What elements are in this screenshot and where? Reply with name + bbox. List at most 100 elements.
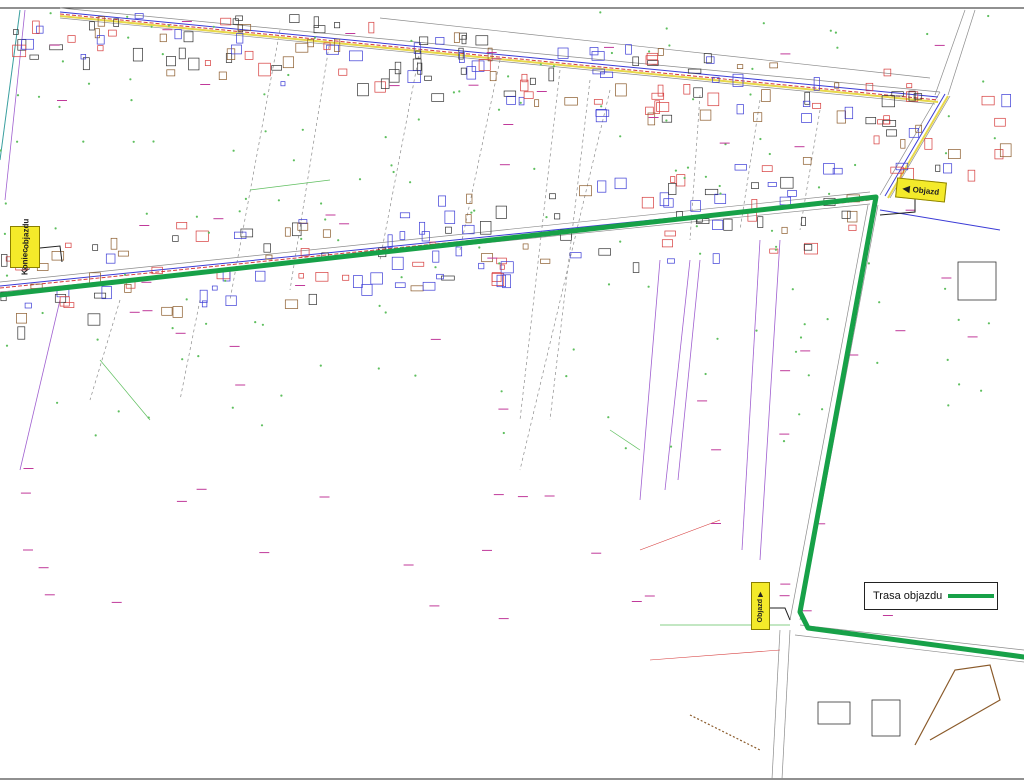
building-outline <box>204 60 211 66</box>
detour-south-sign-label: Objazd <box>757 598 764 623</box>
tree-marker <box>16 94 20 97</box>
tree-marker <box>150 25 153 28</box>
tree-marker <box>828 192 831 195</box>
tree-marker <box>152 140 155 143</box>
tree-marker <box>167 24 170 27</box>
tree-marker <box>473 209 476 212</box>
building-outline <box>1001 94 1011 108</box>
building-outline <box>625 44 632 55</box>
parcel-boundaries <box>4 9 781 561</box>
building-outline <box>105 253 116 264</box>
building-outline <box>557 47 569 59</box>
building-outline <box>948 149 961 159</box>
tree-marker <box>607 416 610 419</box>
tree-marker <box>565 375 568 378</box>
tree-marker <box>782 440 786 443</box>
building-outline <box>361 284 373 296</box>
tree-marker <box>944 152 948 155</box>
building-outline <box>96 35 105 45</box>
tree-marker <box>572 348 575 351</box>
sign-leaders <box>39 196 916 621</box>
building-outline <box>94 292 107 299</box>
building-outline <box>529 77 536 85</box>
tree-marker <box>61 60 64 63</box>
tree-marker <box>400 276 403 279</box>
tree-marker <box>126 15 129 18</box>
building-outline <box>258 62 271 77</box>
tree-marker <box>829 29 832 32</box>
building-outline <box>481 253 493 263</box>
building-outline <box>36 25 44 34</box>
building-outline <box>823 163 835 175</box>
building-outline <box>615 83 627 97</box>
left-arrow-icon: ◀ <box>902 182 911 194</box>
building-outline <box>255 270 266 282</box>
building-outline <box>16 313 27 324</box>
building-outline <box>804 91 810 105</box>
tree-marker <box>260 424 264 427</box>
building-outline <box>478 262 485 270</box>
tree-marker <box>287 73 290 77</box>
tree-marker <box>755 329 758 332</box>
building-outline <box>388 69 400 83</box>
building-outline <box>313 25 326 34</box>
building-outline <box>410 285 424 292</box>
building-outline <box>431 93 445 102</box>
tree-marker <box>854 163 857 167</box>
building-outline <box>82 57 90 71</box>
tree-marker <box>987 322 991 325</box>
tree-marker <box>378 304 381 307</box>
building-outline <box>159 33 167 43</box>
tree-marker <box>775 245 778 248</box>
up-arrow-icon: ▲ <box>756 588 765 599</box>
tree-marker <box>337 239 340 242</box>
building-outline <box>461 35 467 45</box>
tree-marker <box>129 78 132 81</box>
building-outline <box>632 262 640 273</box>
building-outline <box>865 117 877 125</box>
building-outline <box>707 92 720 107</box>
tree-marker <box>607 283 611 286</box>
detour-end-sign: Koniec objazdu <box>10 219 40 275</box>
detour-end-sign-line1: Koniec <box>20 248 30 276</box>
building-outline <box>967 169 976 182</box>
building-outline <box>656 102 670 112</box>
map-canvas[interactable] <box>0 0 1024 781</box>
tree-marker <box>507 75 510 78</box>
tree-marker <box>826 318 829 321</box>
map-legend: Trasa objazdu <box>864 582 998 610</box>
building-outline <box>769 62 778 69</box>
building-outline <box>693 87 703 98</box>
building-outline <box>236 33 244 44</box>
building-outline <box>518 96 525 106</box>
tree-marker <box>470 211 473 214</box>
tree-marker <box>686 166 690 169</box>
building-outline <box>244 50 254 60</box>
building-outline <box>661 239 673 248</box>
tree-marker <box>552 65 556 68</box>
tree-marker <box>807 374 810 377</box>
building-outline <box>714 193 727 204</box>
tree-marker <box>751 67 754 70</box>
building-outline <box>59 296 70 307</box>
tree-marker <box>759 137 762 141</box>
tree-marker <box>392 170 395 174</box>
building-outline <box>444 210 456 224</box>
building-outline <box>172 235 179 242</box>
detour-end-sign-line2: objazdu <box>21 218 31 249</box>
building-outline <box>736 64 744 69</box>
building-outline <box>981 95 995 106</box>
building-outline <box>117 250 129 257</box>
building-outline <box>455 246 463 257</box>
building-outline <box>924 138 933 150</box>
tree-marker <box>980 389 983 392</box>
building-outline <box>503 90 517 97</box>
tree-marker <box>238 210 241 213</box>
tree-marker <box>147 416 150 419</box>
building-outline <box>97 45 104 52</box>
tree-marker <box>876 361 879 364</box>
tree-marker <box>5 274 9 277</box>
building-outline <box>462 224 475 235</box>
building-outline <box>394 282 406 288</box>
tree-marker <box>502 431 505 435</box>
